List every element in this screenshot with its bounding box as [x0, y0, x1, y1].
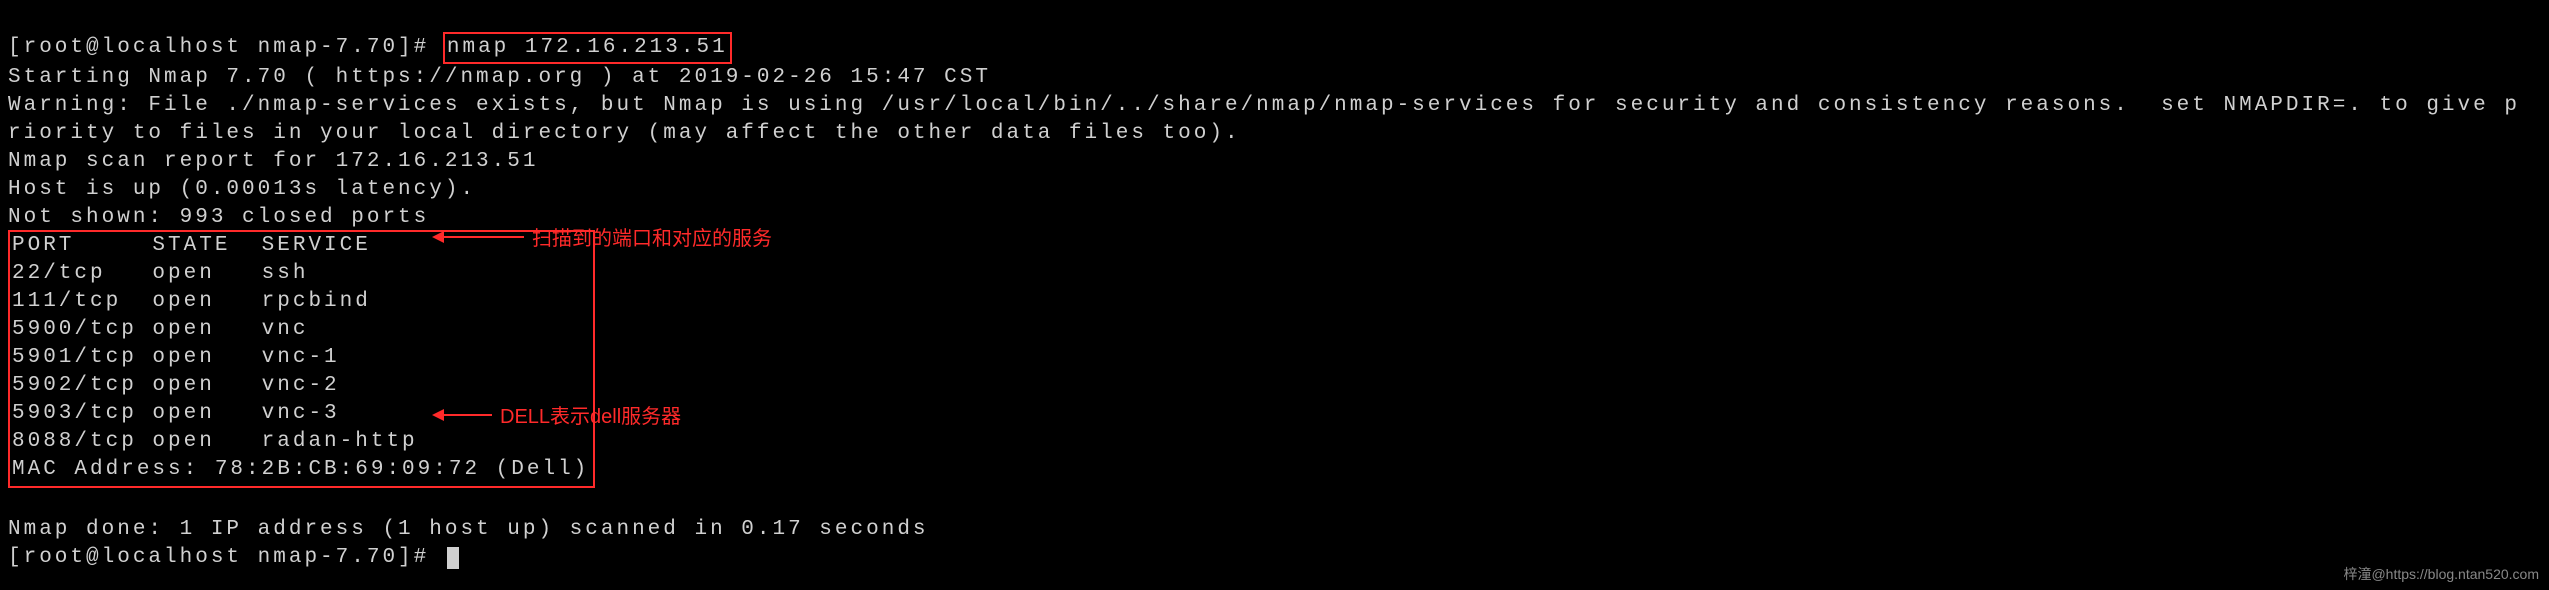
arrow-left-icon — [432, 231, 444, 243]
ports-highlight-box: PORT STATE SERVICE 22/tcp open ssh 111/t… — [8, 230, 595, 488]
output-line-host-up: Host is up (0.00013s latency). — [8, 178, 476, 201]
arrow-line-icon — [444, 236, 524, 238]
command-highlight-box: nmap 172.16.213.51 — [443, 32, 732, 64]
port-row: 5903/tcp open vnc-3 — [12, 402, 340, 425]
port-row: 111/tcp open rpcbind — [12, 290, 371, 313]
ports-table-header: PORT STATE SERVICE — [12, 234, 371, 257]
terminal-output: [root@localhost nmap-7.70]# nmap 172.16.… — [0, 0, 2549, 576]
port-row: 8088/tcp open radan-http — [12, 430, 418, 453]
port-row: 5902/tcp open vnc-2 — [12, 374, 340, 397]
port-row: 22/tcp open ssh — [12, 262, 308, 285]
mac-address-line: MAC Address: 78:2B:CB:69:09:72 (Dell) — [12, 458, 589, 481]
output-line-scan-report: Nmap scan report for 172.16.213.51 — [8, 150, 538, 173]
port-row: 5900/tcp open vnc — [12, 318, 308, 341]
watermark-text: 梓潼@https://blog.ntan520.com — [2343, 564, 2539, 584]
output-line-done: Nmap done: 1 IP address (1 host up) scan… — [8, 518, 929, 541]
annotation-mac-label: DELL表示dell服务器 — [500, 400, 681, 429]
shell-prompt-1: [root@localhost nmap-7.70]# — [8, 36, 445, 59]
annotation-mac-arrow: DELL表示dell服务器 — [432, 400, 681, 429]
shell-prompt-2[interactable]: [root@localhost nmap-7.70]# — [8, 546, 445, 569]
output-line-warning: Warning: File ./nmap-services exists, bu… — [8, 92, 2528, 148]
arrow-line-icon — [444, 414, 492, 416]
port-row: 5901/tcp open vnc-1 — [12, 346, 340, 369]
annotation-ports-arrow: 扫描到的端口和对应的服务 — [432, 222, 772, 251]
arrow-left-icon — [432, 409, 444, 421]
output-line-not-shown: Not shown: 993 closed ports — [8, 206, 429, 229]
cursor-icon — [447, 547, 459, 569]
output-line-starting: Starting Nmap 7.70 ( https://nmap.org ) … — [8, 66, 991, 89]
annotation-ports-label: 扫描到的端口和对应的服务 — [532, 222, 772, 251]
nmap-command: nmap 172.16.213.51 — [447, 36, 728, 59]
